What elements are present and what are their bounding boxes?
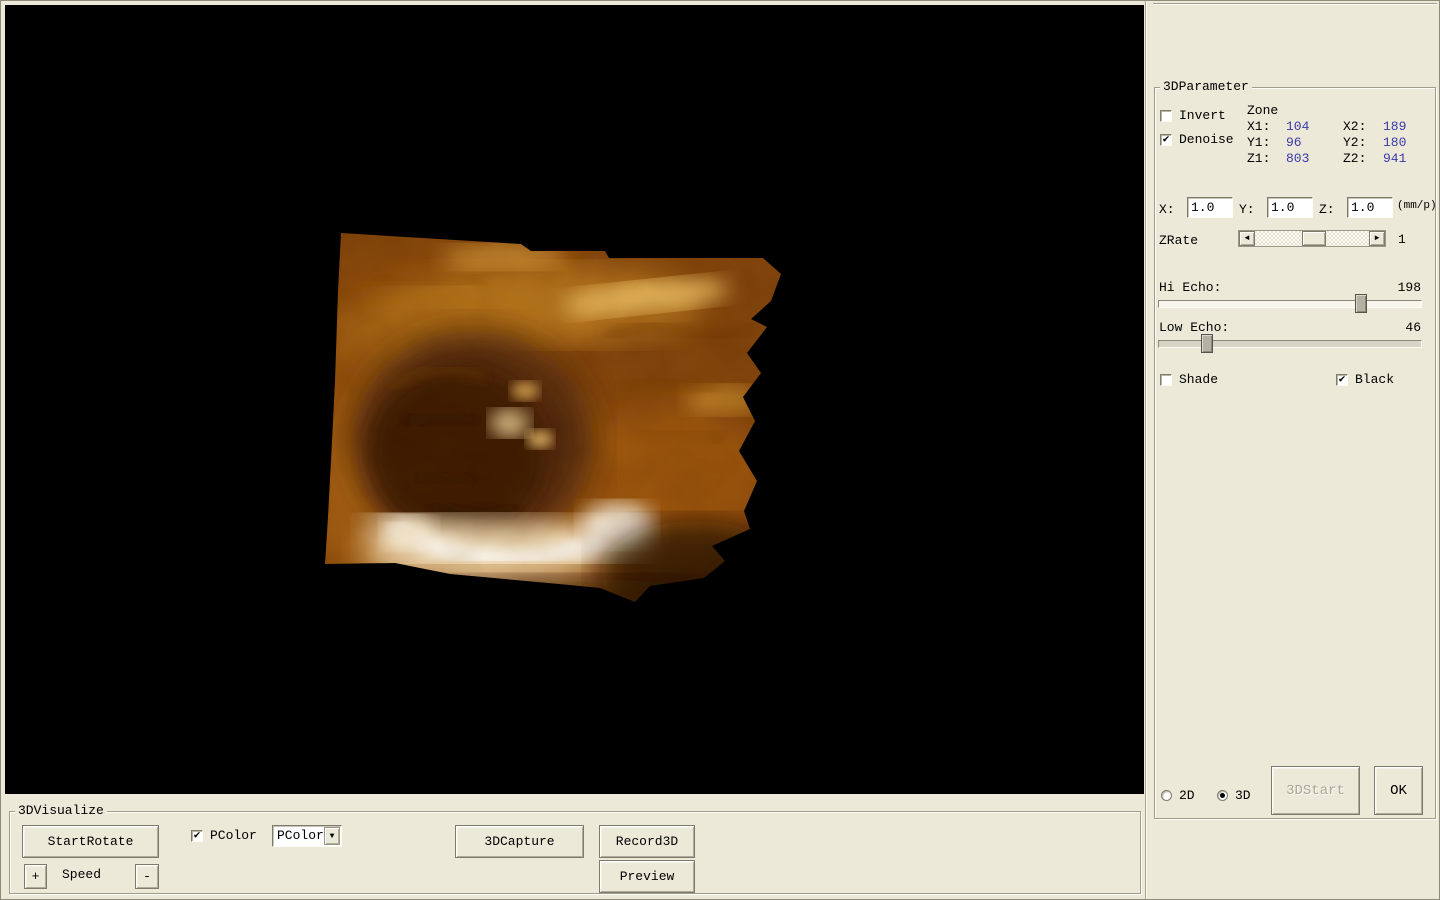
zone-x2-label: X2: (1343, 119, 1367, 134)
low-echo-slider-thumb[interactable] (1201, 334, 1213, 353)
check-icon: ✔ (193, 830, 201, 842)
speed-label: Speed (62, 867, 102, 882)
zone-y1-label: Y1: (1247, 135, 1271, 150)
start-rotate-button[interactable]: StartRotate (22, 825, 159, 858)
hi-echo-label: Hi Echo: (1159, 280, 1222, 295)
zrate-scrollbar-thumb[interactable] (1302, 231, 1326, 246)
zone-y2-label: Y2: (1343, 135, 1367, 150)
render-viewport[interactable] (5, 5, 1144, 794)
parameter-groupbox-title: 3DParameter (1160, 79, 1252, 95)
low-echo-value: 46 (1405, 320, 1421, 335)
zone-y2-value: 180 (1383, 135, 1407, 150)
z-spacing-label: Z: (1319, 202, 1335, 217)
pcolor-checkbox[interactable]: ✔ (191, 830, 203, 842)
visualize-groupbox: 3DVisualize StartRotate ✔ PColor PColor … (9, 803, 1141, 894)
mode-3d-radio[interactable] (1217, 790, 1228, 801)
zone-z1-value: 803 (1286, 151, 1310, 166)
pcolor-combobox-dropdown-button[interactable]: ▼ (324, 827, 340, 845)
black-checkbox[interactable]: ✔ (1336, 374, 1348, 386)
zone-y1-value: 96 (1286, 135, 1302, 150)
y-spacing-label: Y: (1239, 202, 1255, 217)
mode-2d-radio[interactable] (1161, 790, 1172, 801)
x-spacing-label: X: (1159, 202, 1175, 217)
low-echo-slider-track[interactable] (1158, 340, 1422, 348)
low-echo-label: Low Echo: (1159, 320, 1230, 335)
ultrasound-volume-render (5, 5, 1144, 794)
zrate-label: ZRate (1159, 233, 1199, 248)
zone-z1-label: Z1: (1247, 151, 1271, 166)
pcolor-combobox-value: PColor (277, 828, 324, 843)
denoise-label: Denoise (1179, 132, 1234, 147)
zrate-scrollbar[interactable]: ◄ ► (1238, 230, 1386, 247)
chevron-left-icon: ◄ (1244, 233, 1250, 243)
panel-top-divider (1153, 3, 1437, 5)
zone-x2-value: 189 (1383, 119, 1407, 134)
chevron-right-icon: ► (1374, 233, 1380, 243)
denoise-checkbox[interactable]: ✔ (1160, 134, 1172, 146)
3dstart-button[interactable]: 3DStart (1271, 766, 1360, 815)
spacing-unit-label: (mm/p) (1397, 200, 1437, 212)
zone-x1-value: 104 (1286, 119, 1310, 134)
invert-label: Invert (1179, 108, 1226, 123)
zone-label: Zone (1247, 103, 1279, 118)
parameter-panel: 3DParameter Invert ✔ Denoise Zone X1: 10… (1145, 1, 1439, 899)
visualize-groupbox-title: 3DVisualize (15, 803, 107, 819)
shade-label: Shade (1179, 372, 1219, 387)
mode-2d-label: 2D (1179, 788, 1195, 803)
parameter-groupbox: 3DParameter Invert ✔ Denoise Zone X1: 10… (1154, 79, 1437, 819)
hi-echo-value: 198 (1397, 280, 1421, 295)
speed-plus-button[interactable]: + (24, 864, 47, 889)
check-icon: ✔ (1162, 134, 1170, 146)
pcolor-combobox[interactable]: PColor ▼ (272, 825, 342, 847)
zone-z2-label: Z2: (1343, 151, 1367, 166)
record3d-button[interactable]: Record3D (599, 825, 695, 858)
invert-checkbox[interactable] (1160, 110, 1172, 122)
zrate-scroll-right-button[interactable]: ► (1369, 231, 1385, 246)
check-icon: ✔ (1338, 374, 1346, 386)
shade-checkbox[interactable] (1160, 374, 1172, 386)
hi-echo-slider-thumb[interactable] (1355, 294, 1367, 313)
zrate-value: 1 (1398, 232, 1406, 247)
z-spacing-input[interactable] (1347, 197, 1393, 218)
3dcapture-button[interactable]: 3DCapture (455, 825, 584, 858)
app-window: 3DParameter Invert ✔ Denoise Zone X1: 10… (0, 0, 1440, 900)
zrate-scroll-left-button[interactable]: ◄ (1239, 231, 1255, 246)
hi-echo-slider-track[interactable] (1158, 300, 1422, 308)
pcolor-label: PColor (210, 828, 257, 843)
zone-x1-label: X1: (1247, 119, 1271, 134)
speed-minus-button[interactable]: - (135, 864, 159, 889)
black-label: Black (1355, 372, 1395, 387)
mode-3d-label: 3D (1235, 788, 1251, 803)
chevron-down-icon: ▼ (329, 831, 335, 841)
zone-z2-value: 941 (1383, 151, 1407, 166)
ok-button[interactable]: OK (1374, 766, 1423, 815)
x-spacing-input[interactable] (1187, 197, 1233, 218)
y-spacing-input[interactable] (1267, 197, 1313, 218)
preview-button[interactable]: Preview (599, 860, 695, 893)
